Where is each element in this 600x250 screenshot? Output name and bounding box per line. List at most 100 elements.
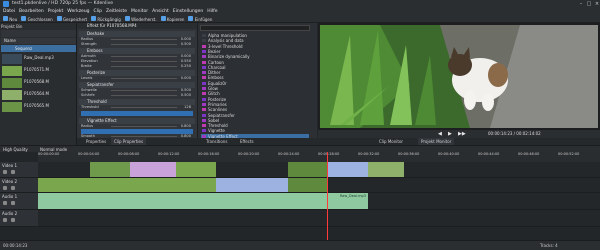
effects-list-item[interactable]: Analysis and data xyxy=(201,38,309,43)
track-lane-audio1[interactable]: Raw_Deal.mp3 xyxy=(38,193,600,210)
bin-clip[interactable]: Raw_Deal.mp3 xyxy=(2,54,76,64)
effect-param[interactable]: Breite 0.250 xyxy=(81,64,193,69)
redo-button[interactable]: Wiederherst. xyxy=(124,15,157,22)
menu-item-file[interactable]: Datei xyxy=(3,8,15,15)
minimize-icon[interactable]: – xyxy=(578,1,584,7)
paste-icon xyxy=(188,15,194,21)
effects-list-item[interactable]: 3-level Threshold xyxy=(201,44,309,49)
track-lane-video2[interactable] xyxy=(38,178,600,193)
timeline-clip[interactable] xyxy=(328,162,368,177)
lock-icon[interactable] xyxy=(3,170,7,174)
paste-button[interactable]: Einfügen xyxy=(188,15,212,22)
effects-list-item[interactable]: Scanlines xyxy=(201,107,309,112)
effects-list-item[interactable]: Emboss xyxy=(201,75,309,80)
effects-list-item[interactable]: Cartoon xyxy=(201,60,309,65)
effects-list-item[interactable]: Sobel xyxy=(201,118,309,123)
menu-item-settings[interactable]: Einstellungen xyxy=(173,8,204,15)
effect-param[interactable]: Threshold 128 xyxy=(81,105,193,110)
track-header-video1[interactable]: Video 1 xyxy=(0,162,38,178)
tab-effects[interactable]: Effects xyxy=(237,138,257,145)
bin-column-name[interactable]: Name xyxy=(1,38,76,44)
timeline-playhead[interactable] xyxy=(327,152,328,240)
ruler-tick-label: 00:00:20:00 xyxy=(238,152,260,156)
track-header-audio1[interactable]: Audio 1 xyxy=(0,193,38,210)
eye-icon[interactable] xyxy=(11,170,15,174)
project-bin-toolbar[interactable] xyxy=(1,30,76,37)
effects-list-item[interactable]: Glow xyxy=(201,86,309,91)
tab-clip-monitor[interactable]: Clip Monitor xyxy=(376,138,406,145)
menu-item-view[interactable]: Ansicht xyxy=(152,8,169,15)
eye-icon[interactable] xyxy=(11,186,15,190)
effects-list-item[interactable]: Dither xyxy=(201,70,309,75)
timeline-clip[interactable] xyxy=(288,178,328,192)
effects-list-item[interactable]: Glitch xyxy=(201,91,309,96)
track-lane-video1[interactable] xyxy=(38,162,600,178)
timeline-clip[interactable] xyxy=(130,162,176,177)
effects-list-item[interactable]: Primaries xyxy=(201,102,309,107)
timeline-clip[interactable] xyxy=(90,162,130,177)
effects-list-item[interactable]: Equaliz0r xyxy=(201,81,309,86)
effect-category-icon xyxy=(202,81,206,85)
close-icon[interactable]: × xyxy=(594,1,600,7)
monitor-video-frame[interactable] xyxy=(320,25,598,128)
menu-item-project[interactable]: Projekt xyxy=(48,8,64,15)
menu-item-monitor[interactable]: Monitor xyxy=(131,8,148,15)
bin-clip[interactable]: P1070568.M xyxy=(2,78,76,88)
speaker-icon[interactable] xyxy=(11,218,15,222)
audio-clip[interactable]: Raw_Deal.mp3 xyxy=(38,193,368,209)
lock-icon[interactable] xyxy=(3,186,7,190)
lock-icon[interactable] xyxy=(3,218,7,222)
monitor-timecode[interactable]: 00:00:14:23 / 00:02:14:02 xyxy=(488,131,541,136)
effects-list-item[interactable]: Threshold xyxy=(201,123,309,128)
effects-list-item[interactable]: Sepiatransfer xyxy=(201,113,309,118)
undo-button[interactable]: Rückgängig xyxy=(91,15,121,22)
close-project-button[interactable]: Geschlossen xyxy=(21,15,53,22)
menu-item-tool[interactable]: Werkzeug xyxy=(67,8,89,15)
menu-item-help[interactable]: Hilfe xyxy=(207,8,217,15)
effect-param[interactable]: Strength 0.500 xyxy=(81,42,193,47)
timeline-clip[interactable] xyxy=(288,162,328,177)
bin-clip[interactable]: P1070571.M xyxy=(2,66,76,76)
timeline-clip[interactable] xyxy=(176,162,216,177)
effect-param[interactable]: Levels 0.000 xyxy=(81,76,193,81)
tab-project-monitor[interactable]: Projekt Monitor xyxy=(418,138,455,145)
forward-icon[interactable]: ▶▶ xyxy=(458,131,466,137)
play-icon[interactable]: ▶ xyxy=(448,131,452,137)
track-lane-audio2[interactable] xyxy=(38,210,600,227)
tab-properties[interactable]: Properties xyxy=(83,138,109,145)
effects-list-item[interactable]: Bezier xyxy=(201,49,309,54)
quality-selector[interactable]: High Quality xyxy=(3,147,28,152)
bin-clip[interactable]: P1070564.M xyxy=(2,90,76,100)
ruler-tick-label: 00:00:44:00 xyxy=(478,152,500,156)
maximize-icon[interactable]: □ xyxy=(586,1,592,7)
bin-folder-sequence[interactable]: Sequenz xyxy=(1,45,76,52)
copy-button[interactable]: Kopieren xyxy=(160,15,184,22)
timeline-clip[interactable] xyxy=(368,162,404,177)
effects-list-item[interactable]: Alpha manipulation xyxy=(201,33,309,38)
tab-transitions[interactable]: Transitions xyxy=(203,138,230,145)
menu-item-edit[interactable]: Bearbeiten xyxy=(19,8,44,15)
ruler-tick-label: 00:00:08:00 xyxy=(118,152,140,156)
effects-search-input[interactable] xyxy=(200,25,310,31)
speaker-icon[interactable] xyxy=(11,201,15,205)
save-icon xyxy=(56,15,62,21)
effects-list-item[interactable]: Posterize xyxy=(201,97,309,102)
effect-param[interactable]: Schärfe 0.500 xyxy=(81,93,193,98)
rewind-icon[interactable]: ◀ xyxy=(438,131,442,137)
effects-list-item[interactable]: Charcoal xyxy=(201,65,309,70)
track-header-audio2[interactable]: Audio 2 xyxy=(0,210,38,227)
timeline-clip[interactable] xyxy=(38,178,216,192)
effect-param-slider[interactable] xyxy=(81,111,193,116)
track-header-video2[interactable]: Video 2 xyxy=(0,178,38,193)
effects-list-item[interactable]: Binarize dynamically xyxy=(201,54,309,59)
menu-item-clip[interactable]: Clip xyxy=(94,8,103,15)
save-button[interactable]: Gespeichert xyxy=(56,15,87,22)
effects-list-item[interactable]: Vignette xyxy=(201,128,309,133)
tab-clip-properties[interactable]: Clip Properties xyxy=(111,138,147,145)
lock-icon[interactable] xyxy=(3,201,7,205)
new-button[interactable]: Neu xyxy=(3,15,17,22)
timeline-clip[interactable] xyxy=(216,178,288,192)
timeline-ruler[interactable]: 00:00:00:00 00:00:04:00 00:00:08:00 00:00:1… xyxy=(38,152,600,162)
menu-item-timeline[interactable]: Zeitleiste xyxy=(106,8,127,15)
bin-clip[interactable]: P1070565.M xyxy=(2,102,76,112)
